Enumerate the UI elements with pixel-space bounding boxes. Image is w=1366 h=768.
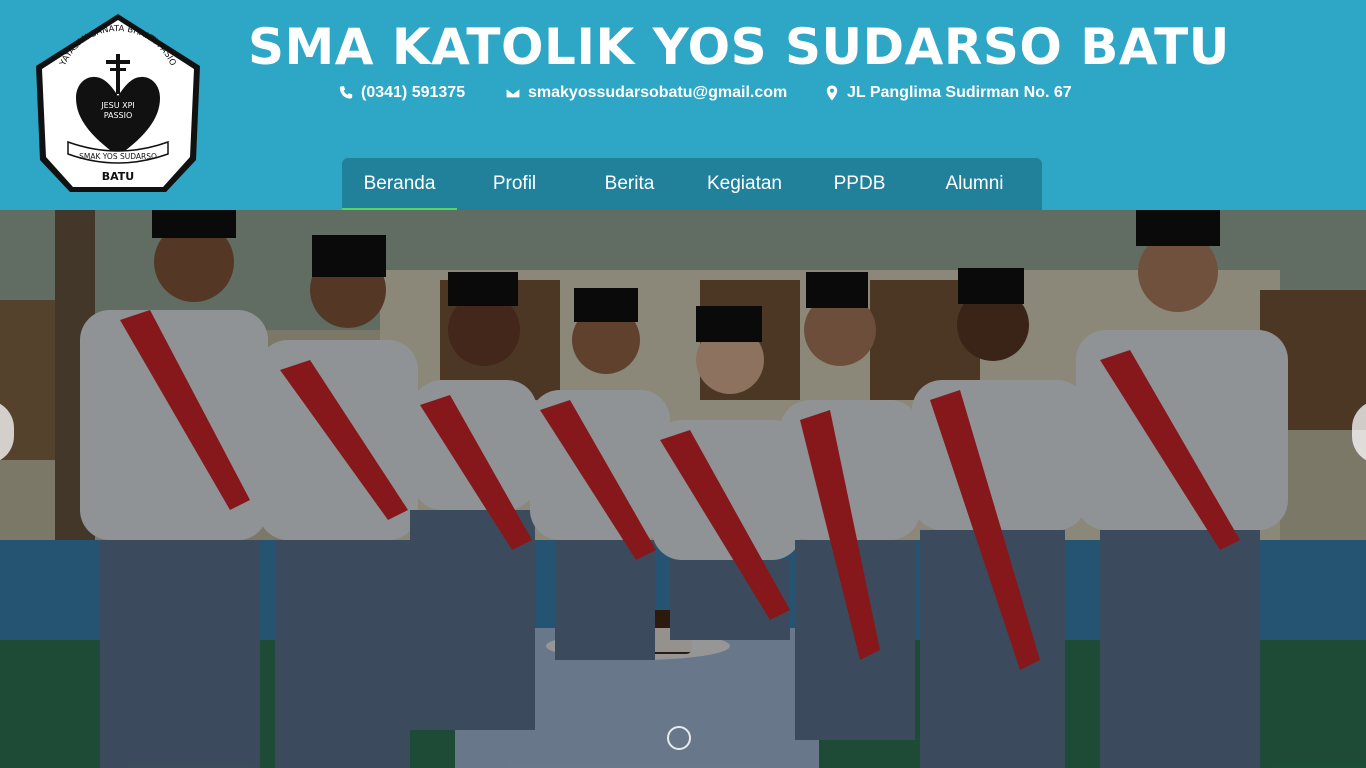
nav-item-ppdb[interactable]: PPDB (802, 158, 917, 210)
site-header: YAYASAN SANATA BHAKTI PASIO JESU XPI PAS… (0, 0, 1366, 210)
contact-bar: (0341) 591375 smakyossudarsobatu@gmail.c… (0, 82, 1366, 106)
svg-text:PASSIO: PASSIO (104, 111, 133, 120)
hero-dim-overlay (0, 210, 1366, 768)
phone-text: (0341) 591375 (361, 84, 466, 101)
nav-item-beranda[interactable]: Beranda (342, 158, 457, 210)
nav-item-alumni[interactable]: Alumni (917, 158, 1032, 210)
nav-item-profil[interactable]: Profil (457, 158, 572, 210)
main-nav: Beranda Profil Berita Kegiatan PPDB Alum… (342, 158, 1042, 210)
nav-item-kegiatan[interactable]: Kegiatan (687, 158, 802, 210)
svg-text:SMAK YOS SUDARSO: SMAK YOS SUDARSO (79, 152, 157, 161)
envelope-icon (505, 87, 521, 99)
hero-slider (0, 210, 1366, 768)
site-title: SMA KATOLIK YOS SUDARSO BATU (248, 18, 1230, 76)
address-text: JL Panglima Sudirman No. 67 (847, 84, 1072, 101)
svg-text:BATU: BATU (102, 170, 134, 183)
map-pin-icon (826, 85, 838, 101)
phone-icon (339, 86, 353, 99)
slider-dot-1[interactable] (667, 726, 691, 750)
contact-email[interactable]: smakyossudarsobatu@gmail.com (505, 82, 787, 104)
email-text: smakyossudarsobatu@gmail.com (528, 84, 788, 101)
contact-phone[interactable]: (0341) 591375 (338, 82, 465, 104)
nav-item-berita[interactable]: Berita (572, 158, 687, 210)
contact-address[interactable]: JL Panglima Sudirman No. 67 (824, 82, 1072, 104)
